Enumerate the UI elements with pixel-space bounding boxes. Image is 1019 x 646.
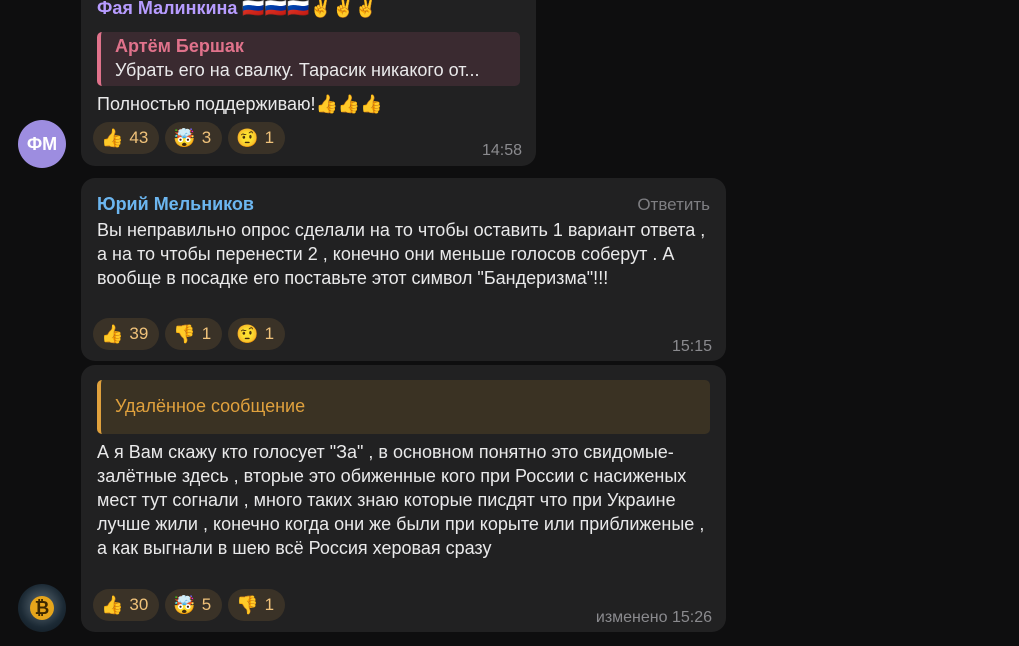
- reaction-thumbs-down[interactable]: 👎 1: [165, 318, 223, 350]
- avatar[interactable]: ₿: [18, 584, 66, 632]
- raised-eyebrow-icon: 🤨: [236, 324, 259, 344]
- thumbs-up-icon: 👍: [101, 128, 124, 148]
- reply-button[interactable]: Ответить: [637, 195, 710, 215]
- mind-blown-icon: 🤯: [173, 128, 196, 148]
- thumbs-up-icon: 👍: [101, 595, 124, 615]
- message-time: изменено 15:26: [595, 609, 712, 626]
- message-text: А я Вам скажу кто голосует "За" , в осно…: [97, 442, 705, 558]
- raised-eyebrow-icon: 🤨: [236, 128, 259, 148]
- thumbs-up-icon: 👍: [101, 324, 124, 344]
- message-author[interactable]: Фая Малинкина 🇷🇺🇷🇺🇷🇺✌️✌️✌️: [97, 0, 377, 19]
- reaction-count: 30: [129, 595, 149, 614]
- message-bubble[interactable]: Удалённое сообщение А я Вам скажу кто го…: [81, 365, 726, 632]
- reactions-bar: 👍 30 🤯 5 👎 1: [93, 589, 286, 621]
- message-bubble[interactable]: Юрий Мельников Ответить Вы неправильно о…: [81, 178, 726, 361]
- quote-text: Убрать его на свалку. Тарасик никакого о…: [115, 60, 480, 80]
- reactions-bar: 👍 39 👎 1 🤨 1: [93, 318, 286, 350]
- reactions-bar: 👍 43 🤯 3 🤨 1: [93, 122, 286, 154]
- message-text: Вы неправильно опрос сделали на то чтобы…: [97, 220, 706, 288]
- message-time: 14:58: [481, 142, 522, 159]
- message-bubble[interactable]: Фая Малинкина 🇷🇺🇷🇺🇷🇺✌️✌️✌️ Артём Бершак …: [81, 0, 536, 166]
- thumbs-down-icon: 👎: [236, 595, 259, 615]
- author-name: Юрий Мельников: [97, 194, 254, 214]
- reaction-thumbs-down[interactable]: 👎 1: [228, 589, 286, 621]
- avatar-initials: ФМ: [26, 133, 58, 154]
- reaction-count: 1: [264, 324, 275, 343]
- reaction-raised-eyebrow[interactable]: 🤨 1: [228, 122, 286, 154]
- reply-quote[interactable]: Артём Бершак Убрать его на свалку. Тарас…: [97, 32, 520, 86]
- reaction-count: 5: [201, 595, 212, 614]
- message-text: Полностью поддерживаю!👍👍👍: [97, 94, 383, 114]
- reaction-mind-blown[interactable]: 🤯 3: [165, 122, 223, 154]
- reaction-count: 1: [264, 595, 275, 614]
- reaction-count: 43: [129, 128, 149, 147]
- reaction-raised-eyebrow[interactable]: 🤨 1: [228, 318, 286, 350]
- mind-blown-icon: 🤯: [173, 595, 196, 615]
- deleted-message-label: Удалённое сообщение: [115, 396, 306, 416]
- message-time: 15:15: [671, 338, 712, 355]
- reaction-count: 1: [201, 324, 212, 343]
- thumbs-down-icon: 👎: [173, 324, 196, 344]
- reaction-count: 3: [201, 128, 212, 147]
- reaction-count: 39: [129, 324, 149, 343]
- bitcoin-icon: ₿: [30, 596, 54, 620]
- reaction-thumbs-up[interactable]: 👍 39: [93, 318, 160, 350]
- message-author[interactable]: Юрий Мельников: [97, 194, 254, 215]
- reaction-mind-blown[interactable]: 🤯 5: [165, 589, 223, 621]
- reaction-thumbs-up[interactable]: 👍 43: [93, 122, 160, 154]
- reply-quote[interactable]: Удалённое сообщение: [97, 380, 710, 434]
- avatar[interactable]: ФМ: [18, 120, 66, 168]
- quote-author: Артём Бершак: [115, 36, 244, 56]
- reaction-count: 1: [264, 128, 275, 147]
- reaction-thumbs-up[interactable]: 👍 30: [93, 589, 160, 621]
